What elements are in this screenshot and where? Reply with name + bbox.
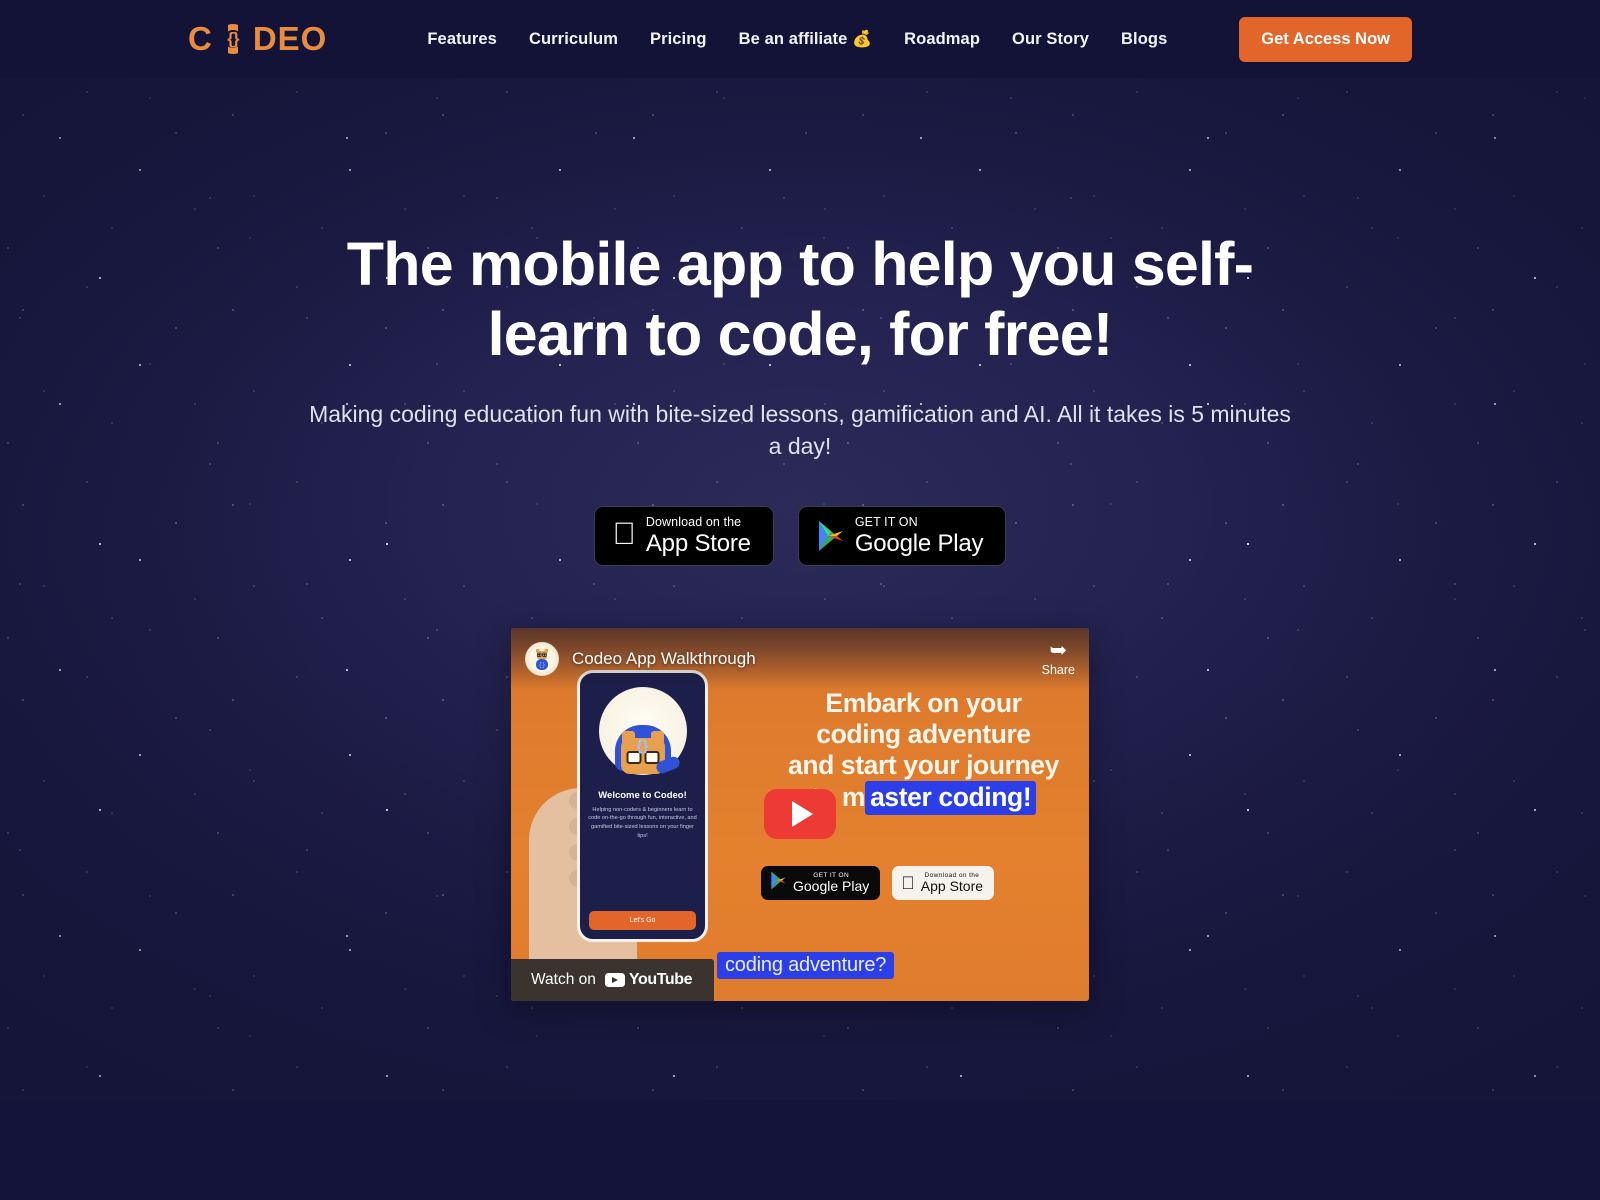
share-arrow-icon: ➥ [1049,639,1068,663]
video-store-badges: GET IT ON Google Play  Download on the … [761,865,995,900]
video-headline-line-4-highlight: aster coding! [865,781,1037,815]
site-header: C {} DEO Features Curriculum Pricing Be … [0,0,1600,78]
mascot-ear-right [650,730,664,744]
google-play-badge-text: GET IT ON Google Play [855,516,984,556]
nav-item-curriculum[interactable]: Curriculum [529,30,618,49]
mascot-illustration [598,686,687,775]
bottom-fade [0,1100,1600,1150]
youtube-play-icon [604,972,625,987]
logo-letter-c: C [188,20,213,57]
phone-heading: Welcome to Codeo! [598,789,687,801]
video-title[interactable]: Codeo App Walkthrough [572,649,756,669]
nav-item-blogs[interactable]: Blogs [1121,30,1167,49]
nav-item-our-story[interactable]: Our Story [1012,30,1089,49]
logo-letters-deo: DEO [252,20,328,57]
google-play-badge[interactable]: GET IT ON Google Play [797,506,1007,566]
app-store-badge-small: Download on the [634,515,741,530]
hero-headline: The mobile app to help you self-learn to… [346,230,1254,368]
phone-body-text: Helping non-coders & beginners learn to … [588,806,697,839]
apple-icon:  [901,874,915,892]
video-app-store-badge-text: Download on the App Store [921,872,983,894]
watch-on-youtube-button[interactable]: Watch on YouTube [511,958,715,1001]
play-icon [791,801,813,828]
app-store-badge-text: Download on the App Store [646,516,751,556]
video-google-play-badge-text: GET IT ON Google Play [793,872,869,894]
app-store-badge[interactable]:  Download on the App Store [593,506,774,566]
share-label: Share [1041,663,1075,678]
mascot-lens-left [626,750,641,764]
youtube-logo: YouTube [604,970,693,989]
youtube-play-triangle [612,976,619,983]
video-headline-line-2: coding adventure [816,718,1031,749]
nav-item-roadmap[interactable]: Roadmap [904,30,980,49]
video-app-store-badge:  Download on the App Store [892,865,995,900]
video-google-play-badge: GET IT ON Google Play [761,865,881,900]
phone-lets-go-button: Let's Go [589,910,696,930]
logo-bracket-o-icon: {} [217,24,248,54]
video-headline-line-1: Embark on your [825,687,1022,718]
watch-on-label: Watch on [531,970,596,988]
nav-item-affiliate-label: Be an affiliate [738,30,848,48]
logo-braces: {} [227,29,239,48]
video-app-store-badge-big: App Store [907,877,983,894]
video-google-play-badge-big: Google Play [793,877,870,894]
phone-mockup: Welcome to Codeo! Helping non-coders & b… [577,669,708,942]
video-caption: coding adventure? [717,951,895,979]
nav-item-pricing[interactable]: Pricing [650,30,707,49]
youtube-wordmark: YouTube [628,970,693,988]
nav-item-features[interactable]: Features [427,30,497,49]
hero-section: The mobile app to help you self-learn to… [0,230,1600,1001]
google-play-icon [817,520,845,552]
mascot-glasses-icon [626,750,659,764]
store-badges:  Download on the App Store [0,506,1600,566]
mascot-body [614,724,681,775]
main-nav: Features Curriculum Pricing Be an affili… [427,29,1167,49]
play-button[interactable] [764,789,836,840]
get-access-now-button[interactable]: Get Access Now [1239,16,1412,62]
video-top-bar: {} Codeo App Walkthrough ➥ Share [511,627,1089,690]
video-player[interactable]: {} Codeo App Walkthrough ➥ Share {} Welc… [511,627,1089,1001]
hero-subheadline: Making coding education fun with bite-si… [309,401,1291,459]
video-headline-line-3: and start your journey [788,750,1059,781]
logo-codeo[interactable]: C {} DEO [188,20,327,58]
landing-page: C {} DEO Features Curriculum Pricing Be … [0,0,1600,1200]
nav-item-be-an-affiliate[interactable]: Be an affiliate 💰 [739,29,873,49]
mascot-ear-left [621,730,635,744]
google-play-badge-big: Google Play [843,529,984,557]
google-play-icon [770,871,787,895]
share-button[interactable]: ➥ Share [1042,640,1075,677]
svg-text:{}: {} [538,662,545,669]
mascot-lens-right [644,750,659,764]
apple-icon:  [613,518,636,549]
channel-avatar[interactable]: {} [525,641,559,676]
app-store-badge-big: App Store [634,529,751,557]
google-play-badge-small: GET IT ON [843,515,918,530]
money-bag-icon: 💰 [852,31,873,48]
